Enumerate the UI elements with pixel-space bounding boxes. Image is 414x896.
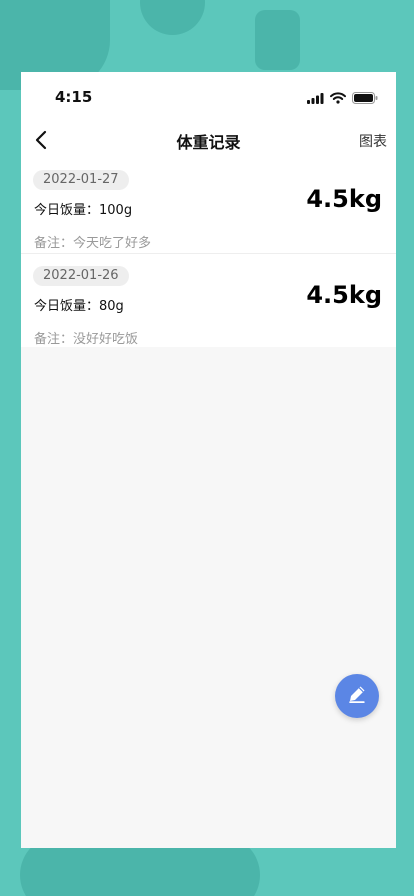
date-badge: 2022-01-27 bbox=[33, 170, 129, 190]
date-badge: 2022-01-26 bbox=[33, 266, 129, 286]
battery-icon bbox=[352, 89, 378, 108]
add-record-button[interactable] bbox=[335, 674, 379, 718]
list-item[interactable]: 2022-01-26 今日饭量：80g 备注：没好好吃饭 4.5kg bbox=[21, 254, 396, 347]
background-shape bbox=[140, 0, 205, 35]
navigation-bar: 体重记录 图表 bbox=[21, 122, 396, 158]
page-title: 体重记录 bbox=[176, 133, 241, 152]
note-text: 备注：今天吃了好多 bbox=[34, 236, 152, 251]
status-time: 4:15 bbox=[55, 88, 93, 106]
wifi-icon bbox=[330, 89, 346, 108]
status-icons bbox=[307, 89, 378, 108]
weight-value: 4.5kg bbox=[306, 185, 382, 213]
pencil-icon bbox=[346, 683, 368, 709]
background-shape bbox=[255, 10, 300, 70]
list-item[interactable]: 2022-01-27 今日饭量：100g 备注：今天吃了好多 4.5kg bbox=[21, 158, 396, 254]
phone-screen: 4:15 体重记录 图表 2022-01-27 今日饭量：100g 备注：今天吃… bbox=[21, 72, 396, 848]
signal-icon bbox=[307, 89, 324, 108]
weight-value: 4.5kg bbox=[306, 281, 382, 309]
food-amount: 今日饭量：80g bbox=[34, 299, 124, 314]
chart-button[interactable]: 图表 bbox=[359, 131, 387, 151]
note-text: 备注：没好好吃饭 bbox=[34, 332, 139, 347]
food-amount: 今日饭量：100g bbox=[34, 203, 133, 218]
status-bar: 4:15 bbox=[21, 72, 396, 122]
